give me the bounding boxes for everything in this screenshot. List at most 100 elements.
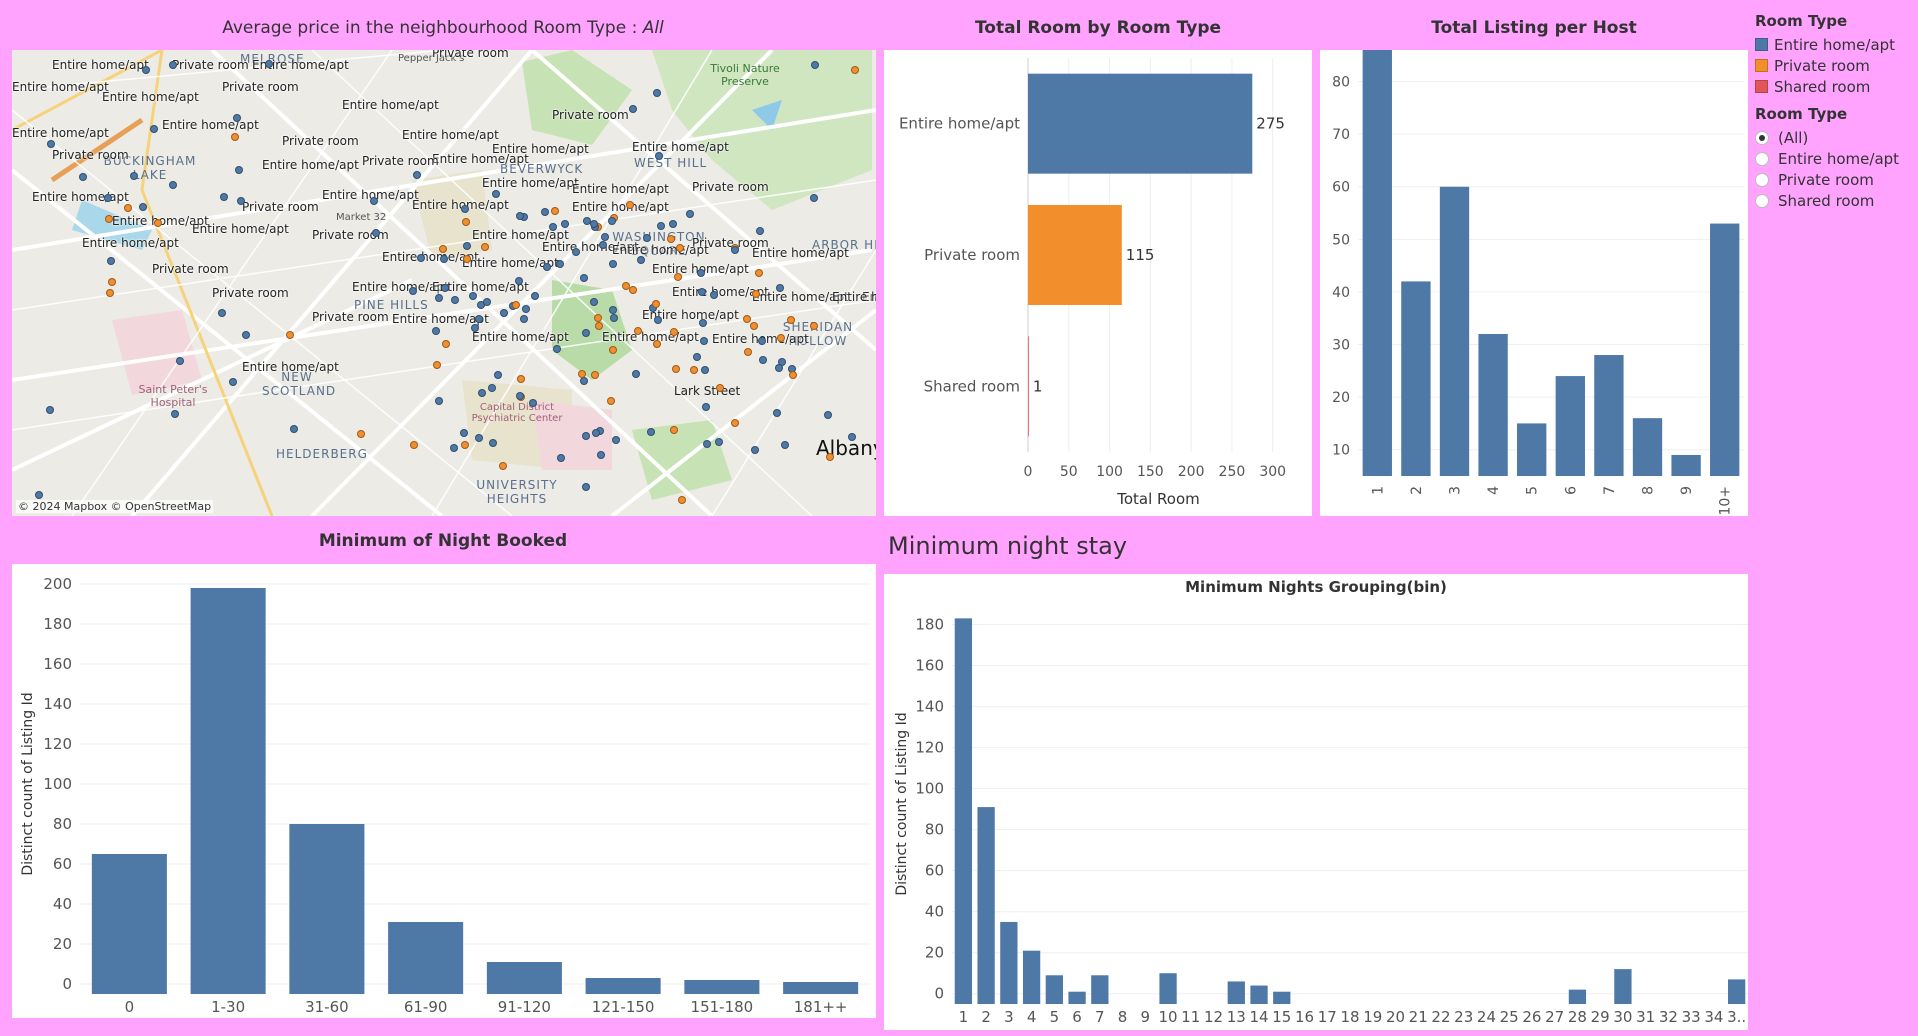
listing-dot[interactable] xyxy=(413,170,422,179)
listing-dot[interactable] xyxy=(439,254,448,263)
listing-dot[interactable] xyxy=(675,243,684,252)
listing-dot[interactable] xyxy=(598,240,607,249)
legend-item[interactable]: Shared room xyxy=(1755,76,1899,97)
listing-dot[interactable] xyxy=(621,281,630,290)
listing-dot[interactable] xyxy=(595,321,604,330)
listing-dot[interactable] xyxy=(107,256,116,265)
listing-dot[interactable] xyxy=(494,370,503,379)
listing-dot[interactable] xyxy=(810,193,819,202)
listing-dot[interactable] xyxy=(409,440,418,449)
listing-dot[interactable] xyxy=(780,440,789,449)
listing-dot[interactable] xyxy=(241,330,250,339)
listing-dot[interactable] xyxy=(552,344,561,353)
radio-button[interactable] xyxy=(1755,130,1769,145)
listing-dot[interactable] xyxy=(699,337,708,346)
listing-dot[interactable] xyxy=(219,192,228,201)
listing-dot[interactable] xyxy=(579,273,588,282)
listing-dot[interactable] xyxy=(600,232,609,241)
listing-dot[interactable] xyxy=(754,268,763,277)
listing-dot[interactable] xyxy=(673,273,682,281)
listing-dot[interactable] xyxy=(153,218,162,227)
listing-dot[interactable] xyxy=(514,276,523,285)
listing-dot[interactable] xyxy=(516,211,525,220)
listing-dot[interactable] xyxy=(434,293,443,302)
listing-dot[interactable] xyxy=(825,453,834,462)
listing-dot[interactable] xyxy=(607,216,616,225)
listing-dot[interactable] xyxy=(475,433,484,442)
listing-dot[interactable] xyxy=(357,430,366,439)
legend-item[interactable]: Private room xyxy=(1755,55,1899,76)
listing-dot[interactable] xyxy=(440,284,449,293)
listing-dot[interactable] xyxy=(78,172,87,181)
listing-dot[interactable] xyxy=(45,405,54,414)
listing-dot[interactable] xyxy=(758,355,767,364)
listing-dot[interactable] xyxy=(609,259,618,268)
listing-dot[interactable] xyxy=(175,356,184,365)
listing-dot[interactable] xyxy=(450,295,459,304)
listing-dot[interactable] xyxy=(572,247,581,256)
listing-dot[interactable] xyxy=(290,424,299,433)
listing-dot[interactable] xyxy=(786,315,795,324)
legend-item[interactable]: Entire home/apt xyxy=(1755,34,1899,55)
listing-dot[interactable] xyxy=(651,299,660,308)
listing-dot[interactable] xyxy=(548,223,557,232)
listing-dot[interactable] xyxy=(685,210,694,219)
listing-dot[interactable] xyxy=(642,234,651,243)
listing-dot[interactable] xyxy=(460,440,469,449)
listing-dot[interactable] xyxy=(461,217,470,226)
listing-dot[interactable] xyxy=(138,203,147,212)
listing-dot[interactable] xyxy=(774,363,783,372)
listing-dot[interactable] xyxy=(608,345,617,354)
listing-dot[interactable] xyxy=(106,288,115,297)
listing-dot[interactable] xyxy=(692,352,701,361)
listing-dot[interactable] xyxy=(609,305,618,314)
listing-dot[interactable] xyxy=(432,326,441,335)
filter-option-entire-home[interactable]: Entire home/apt xyxy=(1755,148,1899,169)
listing-dot[interactable] xyxy=(439,244,448,253)
listing-dot[interactable] xyxy=(481,242,490,251)
listing-dot[interactable] xyxy=(487,383,496,392)
listing-dot[interactable] xyxy=(606,396,615,405)
listing-dot[interactable] xyxy=(810,60,819,69)
listing-dot[interactable] xyxy=(788,371,797,380)
listing-dot[interactable] xyxy=(286,330,295,339)
listing-dot[interactable] xyxy=(149,124,158,133)
filter-option-private-room[interactable]: Private room xyxy=(1755,169,1899,190)
listing-dot[interactable] xyxy=(633,326,642,335)
listing-dot[interactable] xyxy=(751,289,760,298)
listing-dot[interactable] xyxy=(611,435,620,444)
filter-option-all[interactable]: (All) xyxy=(1755,127,1899,148)
listing-dot[interactable] xyxy=(581,482,590,491)
listing-dot[interactable] xyxy=(107,277,116,286)
listing-dot[interactable] xyxy=(516,374,525,383)
listing-dot[interactable] xyxy=(677,496,686,505)
listing-dot[interactable] xyxy=(669,426,678,435)
listing-dot[interactable] xyxy=(847,433,856,442)
listing-dot[interactable] xyxy=(698,318,707,327)
listing-dot[interactable] xyxy=(228,377,237,386)
listing-dot[interactable] xyxy=(743,314,751,323)
listing-dot[interactable] xyxy=(697,287,706,296)
filter-option-shared-room[interactable]: Shared room xyxy=(1755,190,1899,211)
listing-dot[interactable] xyxy=(264,60,273,68)
listing-dot[interactable] xyxy=(636,256,645,264)
listing-dot[interactable] xyxy=(236,197,245,206)
listing-dot[interactable] xyxy=(556,454,565,463)
listing-dot[interactable] xyxy=(522,304,531,313)
listing-dot[interactable] xyxy=(460,428,469,437)
listing-dot[interactable] xyxy=(669,327,678,336)
listing-dot[interactable] xyxy=(577,369,586,378)
listing-dot[interactable] xyxy=(371,228,380,237)
listing-dot[interactable] xyxy=(631,369,640,378)
listing-dot[interactable] xyxy=(628,285,637,294)
radio-button[interactable] xyxy=(1755,151,1769,166)
listing-dot[interactable] xyxy=(141,65,150,74)
listing-dot[interactable] xyxy=(671,364,680,373)
radio-button[interactable] xyxy=(1755,193,1769,208)
listing-dot[interactable] xyxy=(129,171,138,180)
listing-dot[interactable] xyxy=(647,427,656,436)
radio-button[interactable] xyxy=(1755,172,1769,187)
listing-dot[interactable] xyxy=(772,408,781,417)
listing-dot[interactable] xyxy=(233,113,242,122)
listing-dot[interactable] xyxy=(35,490,44,499)
